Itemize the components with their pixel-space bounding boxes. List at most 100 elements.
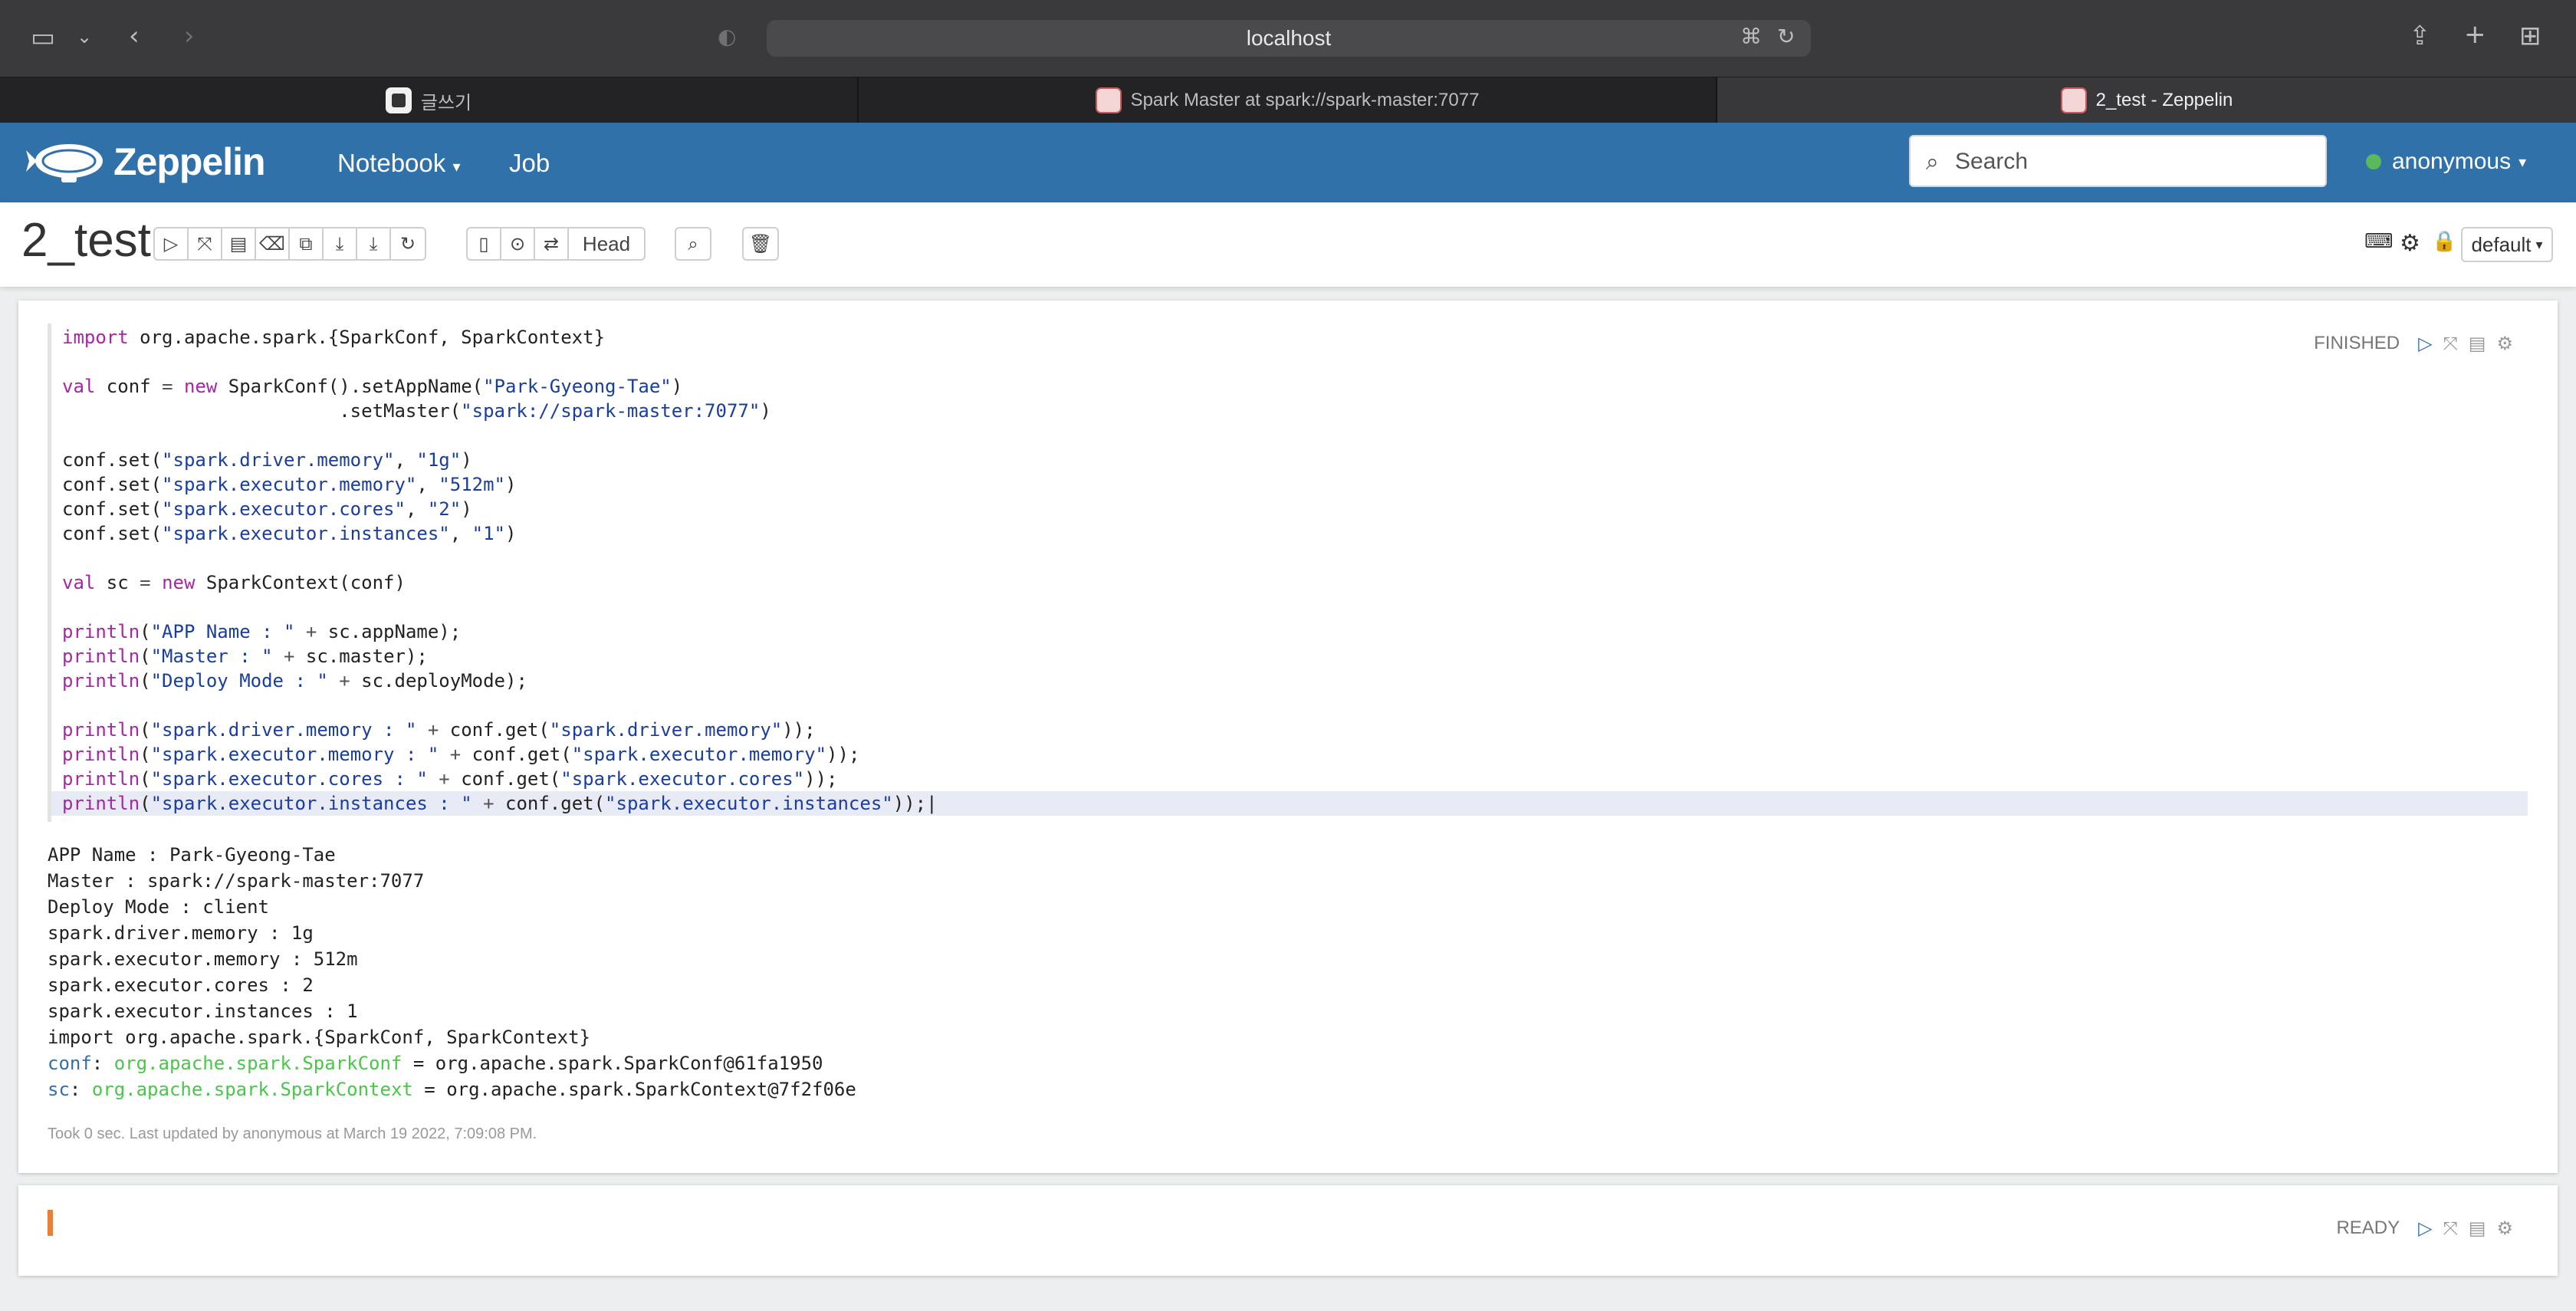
output-line: import org.apache.spark.{SparkConf, Spar… [48,1027,591,1048]
var-type: org.apache.spark.SparkContext [91,1079,413,1100]
privacy-shield-icon[interactable]: ◐ [718,26,736,48]
code-line: conf.set("spark.executor.cores", "2") [62,498,472,520]
search-code-button[interactable]: ⌕ [676,228,710,259]
output-line: spark.executor.instances : 1 [48,1001,358,1022]
paragraph-controls: READY ▷ ⤧ ▤ ⚙ [2336,1217,2513,1239]
address-bar[interactable]: localhost ⌘ ↻ [767,20,1811,57]
paragraph-status: READY [2336,1217,2400,1238]
code-line: .setMaster("spark://spark-master:7077") [62,400,771,422]
translate-icon[interactable]: ⌘ [1740,26,1762,48]
clear-output-button[interactable]: ⌫ [256,228,290,259]
tab-bar: 글쓰기 Spark Master at spark://spark-master… [0,77,2576,123]
zeppelin-favicon-icon [2060,87,2087,113]
code-editor[interactable]: import org.apache.spark.{SparkConf, Spar… [48,324,2528,822]
search-box: ⌕ [1909,135,2327,187]
spark-favicon-icon [1095,87,1122,113]
reload-icon[interactable]: ↻ [1777,26,1795,48]
gear-icon[interactable]: ⚙ [2400,230,2420,257]
job-link[interactable]: Job [509,149,550,178]
notebook-menu[interactable]: Notebook ▾ [337,149,460,178]
exchange-icon: ⇄ [543,233,560,255]
search-code-group: ⌕ [675,227,711,261]
revision-select[interactable]: Head [569,228,644,259]
var-name: conf [48,1053,92,1074]
run-paragraph-icon[interactable]: ▷ [2418,1217,2432,1239]
lock-icon[interactable]: 🔒 [2432,230,2456,253]
code-line: println("spark.executor.memory : " + con… [62,744,860,765]
file-icon: ▯ [478,233,489,255]
username: anonymous [2392,149,2512,174]
zeppelin-brand[interactable]: Zeppelin [113,140,266,184]
code-line: println("Master : " + sc.master); [62,646,428,667]
caret-down-icon: ▾ [452,157,461,176]
export-note-button[interactable]: ⤓ [324,228,357,259]
share-icon[interactable]: ⇪ [2409,23,2431,49]
tab-label: 2_test - Zeppelin [2095,90,2233,110]
editor-cursor [48,1210,53,1236]
code-line-active: println("spark.executor.instances : " + … [51,791,2528,816]
output-line: spark.executor.memory : 512m [48,948,358,970]
tab-zeppelin[interactable]: 2_test - Zeppelin [1717,77,2576,123]
caret-down-icon: ▾ [2518,153,2527,171]
toggle-editor-button[interactable]: ⤧ [189,228,222,259]
notebook-action-bar: 2_test ▷ ⤧ ▤ ⌫ ⧉ ⤓ ⤓ ↻ ▯ ⊙ ⇄ Head ⌕ 🗑 ⌨ … [0,202,2576,287]
delete-note-button[interactable]: 🗑 [744,228,777,259]
play-icon: ▷ [163,233,179,255]
keyboard-icon[interactable]: ⌨ [2364,230,2394,253]
code-line: conf.set("spark.executor.instances", "1"… [62,523,517,544]
paragraph-ready[interactable]: READY ▷ ⤧ ▤ ⚙ [18,1185,2558,1276]
version-control-actions: ▯ ⊙ ⇄ Head [466,227,646,261]
var-type: org.apache.spark.SparkConf [113,1053,402,1074]
clone-note-button[interactable]: ⧉ [290,228,324,259]
output-line: spark.driver.memory : 1g [48,922,314,944]
run-all-button[interactable]: ▷ [155,228,189,259]
code-line: conf.set("spark.driver.memory", "1g") [62,449,472,471]
output-line: Deploy Mode : client [48,896,269,918]
output-line-conf: conf: org.apache.spark.SparkConf = org.a… [48,1053,823,1074]
back-icon[interactable]: ‹ [129,23,140,49]
var-value: = org.apache.spark.SparkContext@7f2f06e [412,1079,856,1100]
interpreter-select[interactable]: default ▾ [2461,227,2553,262]
compare-revisions-button[interactable]: ⇄ [535,228,569,259]
revision-button[interactable]: ⊙ [501,228,535,259]
commit-button[interactable]: ▯ [468,228,501,259]
search-icon: ⌕ [1926,149,1939,176]
zeppelin-logo-icon[interactable] [23,138,107,187]
code-line: val sc = new SparkContext(conf) [62,572,406,593]
search-input[interactable] [1955,144,2315,179]
code-line: println("spark.executor.cores : " + conf… [62,768,838,790]
user-menu[interactable]: anonymous ▾ [2366,149,2526,175]
collapse-icon[interactable]: ⤧ [2443,1217,2458,1239]
zeppelin-navbar: Zeppelin Notebook ▾ Job ⌕ anonymous ▾ [0,123,2576,202]
tab-write[interactable]: 글쓰기 [0,77,859,123]
notebook-title[interactable]: 2_test [21,213,151,268]
tab-label: 글쓰기 [420,92,472,113]
browser-toolbar: ▭ ⌄ ‹ › ◐ localhost ⌘ ↻ ⇪ + ⊞ [0,0,2576,77]
var-name: sc [48,1079,70,1100]
chevron-down-icon[interactable]: ⌄ [77,28,92,46]
download-icon: ⤓ [369,233,378,255]
write-favicon-icon [385,87,412,113]
eraser-icon: ⌫ [259,233,285,255]
paragraph-footer: Took 0 sec. Last updated by anonymous at… [48,1125,537,1142]
forward-icon[interactable]: › [184,23,195,49]
code-line: conf.set("spark.executor.memory", "512m"… [62,474,517,495]
export-ipynb-button[interactable]: ⤓ [357,228,391,259]
paragraph-finished: FINISHED ▷ ⤧ ▤ ⚙ import org.apache.spark… [18,301,2558,1173]
paragraph-output: APP Name : Park-Gyeong-Tae Master : spar… [48,842,856,1102]
search-icon: ⌕ [688,233,698,255]
collapse-icon: ⤧ [197,233,212,255]
gear-icon[interactable]: ⚙ [2496,1217,2513,1239]
new-tab-icon[interactable]: + [2464,21,2486,48]
book-icon[interactable]: ▤ [2469,1217,2486,1239]
reload-note-button[interactable]: ↻ [391,228,425,259]
output-line: spark.executor.cores : 2 [48,974,314,996]
code-line: println("APP Name : " + sc.appName); [62,621,462,642]
tab-overview-icon[interactable]: ⊞ [2519,23,2542,49]
code-line: println("Deploy Mode : " + sc.deployMode… [62,670,527,692]
download-icon: ⤓ [335,233,344,255]
tab-spark-master[interactable]: Spark Master at spark://spark-master:707… [859,77,1717,123]
toggle-output-button[interactable]: ▤ [222,228,256,259]
sidebar-toggle-icon[interactable]: ▭ [31,25,55,51]
output-line-sc: sc: org.apache.spark.SparkContext = org.… [48,1079,856,1100]
